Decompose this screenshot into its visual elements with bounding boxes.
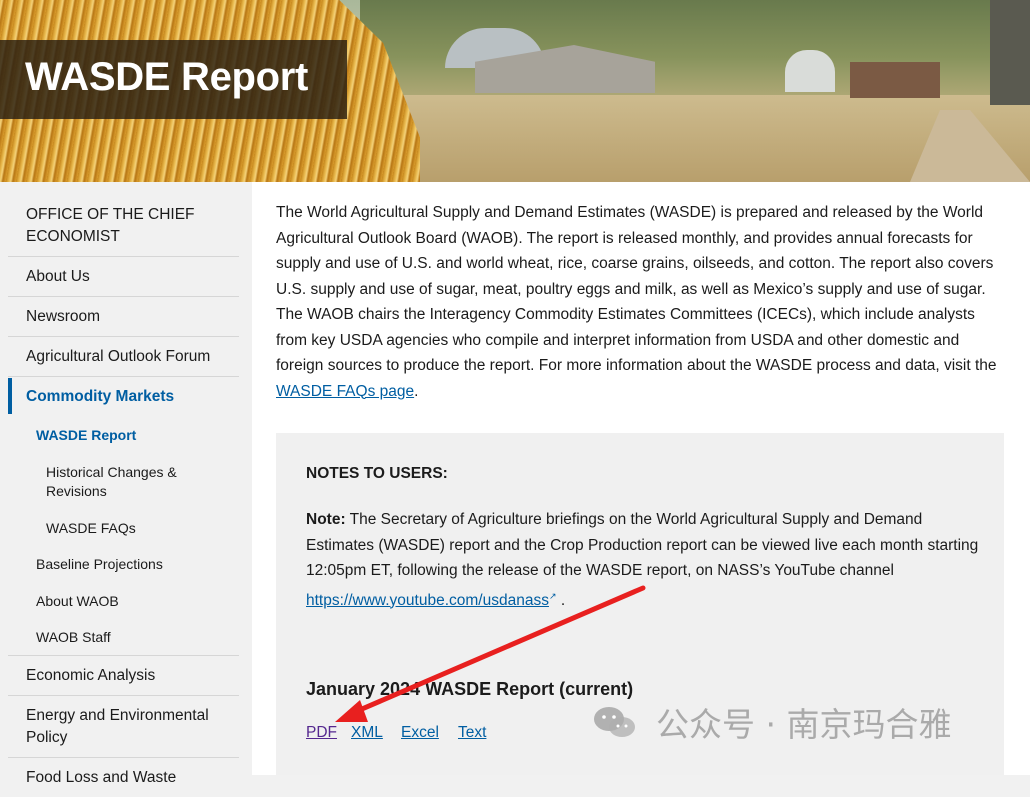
sidebar-item-label: Newsroom xyxy=(26,308,101,325)
note-end: . xyxy=(560,591,566,609)
report-heading: January 2024 WASDE Report (current) xyxy=(306,679,634,699)
sidebar-item-about-us[interactable]: About Us xyxy=(8,266,239,297)
page-title: WASDE Report xyxy=(25,55,309,99)
sidebar-item-newsroom[interactable]: Newsroom xyxy=(8,306,239,337)
sidebar-item-label: OFFICE OF THE CHIEF ECONOMIST xyxy=(26,206,195,245)
sidebar-subitem-about-waob[interactable]: About WAOB xyxy=(36,592,119,611)
intro-end: . xyxy=(414,382,419,400)
download-excel-link[interactable]: Excel xyxy=(401,724,439,742)
hero-post xyxy=(990,0,1030,105)
notes-heading: NOTES TO USERS: xyxy=(306,465,448,482)
note-paragraph: Note: The Secretary of Agriculture brief… xyxy=(306,507,986,613)
wasde-faqs-link[interactable]: WASDE FAQs page xyxy=(276,383,414,400)
note-text: The Secretary of Agriculture briefings o… xyxy=(306,511,979,579)
intro-paragraph: The World Agricultural Supply and Demand… xyxy=(276,200,1006,404)
sidebar-item-commodity-markets[interactable]: Commodity Markets xyxy=(8,378,243,414)
download-xml-link[interactable]: XML xyxy=(351,724,383,742)
sidebar-subitem-waob-staff[interactable]: WAOB Staff xyxy=(36,628,111,647)
intro-text: The World Agricultural Supply and Demand… xyxy=(276,204,997,374)
sidebar-item-label: Commodity Markets xyxy=(26,388,175,405)
sidebar-subitem-historical-changes[interactable]: Historical Changes & Revisions xyxy=(46,463,216,501)
sidebar-item-outlook-forum[interactable]: Agricultural Outlook Forum xyxy=(8,346,239,377)
note-label: Note: xyxy=(306,511,346,528)
wechat-icon xyxy=(594,707,635,737)
sidebar-item-food-loss[interactable]: Food Loss and Waste xyxy=(8,767,239,797)
watermark: 公众号 · 南京玛合雅 xyxy=(592,700,1002,744)
sidebar-item-label: Food Loss and Waste xyxy=(26,769,177,786)
sidebar-item-economic-analysis[interactable]: Economic Analysis xyxy=(8,665,239,696)
download-text-link[interactable]: Text xyxy=(458,724,486,742)
page-title-box: WASDE Report xyxy=(0,40,347,119)
hero-banner: WASDE Report xyxy=(0,0,1030,182)
sidebar-item-energy-policy[interactable]: Energy and Environmental Policy xyxy=(8,705,239,758)
youtube-link[interactable]: https://www.youtube.com/usdanass xyxy=(306,592,549,609)
hero-silo xyxy=(785,50,835,92)
sidebar-subitem-baseline-projections[interactable]: Baseline Projections xyxy=(36,555,163,574)
sidebar-item-label: Agricultural Outlook Forum xyxy=(26,348,211,365)
sidebar-item-label: Energy and Environmental Policy xyxy=(26,707,209,746)
download-pdf-link[interactable]: PDF xyxy=(306,724,337,742)
watermark-text: 公众号 · 南京玛合雅 xyxy=(656,705,952,744)
main-content: The World Agricultural Supply and Demand… xyxy=(252,182,1030,775)
external-link-icon: ↗ xyxy=(548,590,557,601)
sidebar-subitem-wasde-report[interactable]: WASDE Report xyxy=(36,426,136,445)
sidebar-divider xyxy=(8,655,239,656)
sidebar-nav: OFFICE OF THE CHIEF ECONOMIST About Us N… xyxy=(0,182,252,786)
sidebar-subitem-wasde-faqs[interactable]: WASDE FAQs xyxy=(46,519,136,538)
sidebar-item-label: Economic Analysis xyxy=(26,667,156,684)
sidebar-item-office[interactable]: OFFICE OF THE CHIEF ECONOMIST xyxy=(8,204,239,257)
sidebar-item-label: About Us xyxy=(26,268,90,285)
hero-shed xyxy=(850,62,940,98)
